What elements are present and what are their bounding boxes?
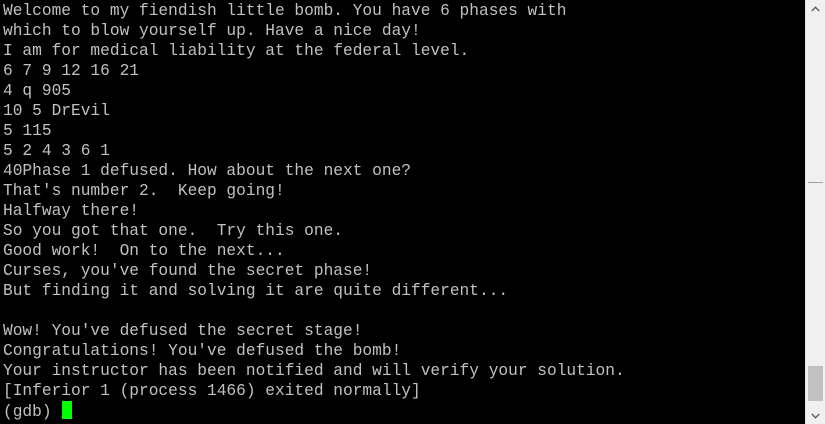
chevron-up-icon [811,5,820,11]
terminal-line: 6 7 9 12 16 21 [3,62,139,80]
terminal-line: which to blow yourself up. Have a nice d… [3,22,421,40]
scroll-up-button[interactable] [806,0,825,17]
terminal-line: [Inferior 1 (process 1466) exited normal… [3,382,421,400]
terminal-line: Congratulations! You've defused the bomb… [3,342,402,360]
terminal-window[interactable]: Welcome to my fiendish little bomb. You … [0,0,805,424]
terminal-line: Welcome to my fiendish little bomb. You … [3,2,567,20]
terminal-line: But finding it and solving it are quite … [3,282,509,300]
gdb-prompt: (gdb) [3,403,62,421]
scroll-down-button[interactable] [806,407,825,424]
terminal-line: 10 5 DrEvil [3,102,110,120]
terminal-line: Halfway there! [3,202,139,220]
terminal-line: Good work! On to the next... [3,242,285,260]
terminal-line: Your instructor has been notified and wi… [3,362,625,380]
terminal-line: I am for medical liability at the federa… [3,42,470,60]
terminal-line: So you got that one. Try this one. [3,222,343,240]
terminal-line: 5 115 [3,122,52,140]
vertical-scrollbar[interactable] [805,0,825,424]
terminal-line: 40Phase 1 defused. How about the next on… [3,162,411,180]
terminal-output: Welcome to my fiendish little bomb. You … [3,1,625,421]
terminal-line: That's number 2. Keep going! [3,182,285,200]
prompt-line[interactable]: (gdb) [3,401,625,421]
text-cursor [62,401,73,419]
chevron-down-icon [811,413,820,419]
terminal-line: 5 2 4 3 6 1 [3,142,110,160]
terminal-line: Curses, you've found the secret phase! [3,262,373,280]
scroll-thumb[interactable] [808,366,823,401]
terminal-line: Wow! You've defused the secret stage! [3,322,363,340]
scroll-marker [808,182,823,183]
terminal-line: 4 q 905 [3,82,71,100]
